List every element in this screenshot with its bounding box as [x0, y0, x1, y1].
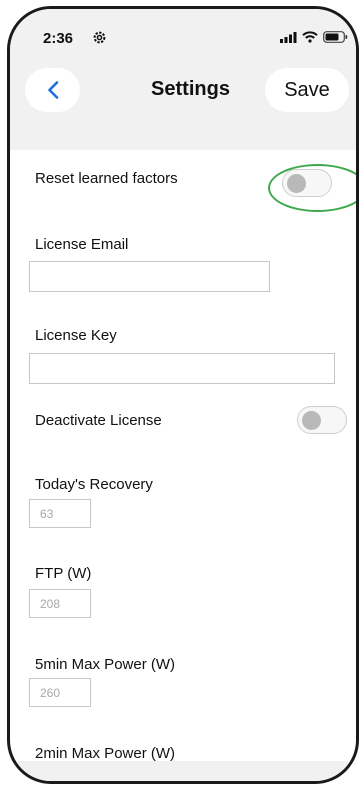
license-email-label: License Email [35, 236, 129, 253]
status-icons [280, 31, 348, 43]
wifi-icon [302, 31, 318, 43]
signal-icon [280, 31, 297, 43]
status-time: 2:36 [43, 30, 74, 47]
max-power-5min-label: 5min Max Power (W) [35, 656, 176, 673]
license-key-field[interactable] [29, 353, 335, 384]
license-email-field[interactable] [29, 261, 270, 292]
save-button[interactable]: Save [265, 68, 349, 112]
phone-frame: 2:36 Settings Save Reset learned factors… [7, 6, 359, 784]
todays-recovery-label: Today's Recovery [35, 476, 153, 493]
ftp-input[interactable]: 208 [29, 589, 91, 618]
ftp-label: FTP (W) [35, 565, 92, 582]
highlight-ring [268, 164, 356, 212]
license-key-label: License Key [35, 327, 117, 344]
max-power-2min-label: 2min Max Power (W) [35, 745, 176, 762]
deactivate-license-label: Deactivate License [35, 412, 162, 429]
top-bar: 2:36 Settings Save [10, 9, 356, 150]
deactivate-license-toggle[interactable] [297, 406, 347, 434]
todays-recovery-input[interactable]: 63 [29, 499, 91, 528]
reset-learned-factors-label: Reset learned factors [35, 170, 178, 187]
bottom-bar [10, 761, 356, 781]
max-power-5min-input[interactable]: 260 [29, 678, 91, 707]
battery-icon [323, 31, 348, 43]
toggle-knob [302, 411, 321, 430]
gear-icon [93, 31, 106, 44]
